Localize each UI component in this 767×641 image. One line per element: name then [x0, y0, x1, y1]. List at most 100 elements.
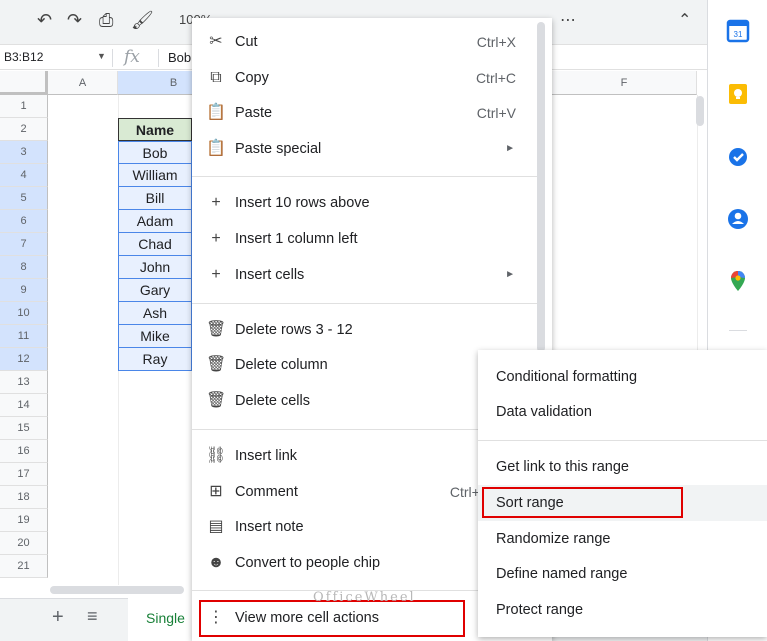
- menu-item-paste-special[interactable]: 📋 Paste special ►: [192, 131, 537, 167]
- table-cell[interactable]: John: [118, 256, 192, 279]
- paste-special-icon: 📋: [206, 140, 226, 157]
- menu-item-label: Delete column: [235, 357, 328, 373]
- plus-icon: +: [211, 266, 221, 283]
- submenu-item-randomize-range[interactable]: Randomize range: [478, 521, 767, 557]
- table-cell[interactable]: Mike: [118, 325, 192, 348]
- add-sheet-icon[interactable]: +: [52, 606, 64, 629]
- maps-icon[interactable]: [726, 269, 750, 293]
- function-icon: fx: [124, 47, 140, 67]
- shortcut-label: Ctrl+X: [476, 34, 516, 50]
- more-options-icon[interactable]: ⋯: [560, 10, 577, 30]
- menu-item-label: Insert link: [235, 448, 298, 464]
- keep-icon[interactable]: [726, 82, 750, 106]
- submenu-item-protect-range[interactable]: Protect range: [478, 592, 767, 628]
- row-header[interactable]: 7: [0, 233, 48, 256]
- table-cell[interactable]: Bill: [118, 187, 192, 210]
- submenu-item-define-named-range[interactable]: Define named range: [478, 556, 767, 592]
- row-header[interactable]: 17: [0, 463, 48, 486]
- table-cell[interactable]: William: [118, 164, 192, 187]
- menu-item-label: Insert cells: [235, 267, 305, 283]
- row-header[interactable]: 15: [0, 417, 48, 440]
- row-header[interactable]: 21: [0, 555, 48, 578]
- menu-item-label: Insert 10 rows above: [235, 195, 370, 211]
- column-header-f[interactable]: F: [552, 71, 697, 95]
- select-all-corner[interactable]: [0, 71, 48, 95]
- menu-item-label: Insert note: [235, 519, 304, 535]
- row-header[interactable]: 16: [0, 440, 48, 463]
- formula-input[interactable]: Bob: [168, 50, 191, 65]
- menu-item-cut[interactable]: ✂ Cut Ctrl+X: [192, 24, 537, 60]
- row-header[interactable]: 1: [0, 95, 48, 118]
- all-sheets-icon[interactable]: ≡: [87, 606, 98, 627]
- menu-item-label: Delete cells: [235, 393, 310, 409]
- table-cell[interactable]: Ash: [118, 302, 192, 325]
- menu-item-label: Comment: [235, 484, 298, 500]
- tasks-icon[interactable]: [726, 145, 750, 169]
- column-header-a[interactable]: A: [48, 71, 118, 95]
- menu-item-label: Paste special: [235, 141, 322, 157]
- vertical-scrollbar[interactable]: [696, 96, 704, 126]
- row-header[interactable]: 6: [0, 210, 48, 233]
- submenu-item-conditional-formatting[interactable]: Conditional formatting: [478, 359, 767, 395]
- copy-icon: ⧉: [210, 69, 222, 86]
- menu-item-insert-cells[interactable]: + Insert cells ►: [192, 257, 537, 293]
- people-chip-icon: ☻: [207, 554, 225, 571]
- menu-item-label: Insert 1 column left: [235, 231, 358, 247]
- menu-item-insert-column[interactable]: + Insert 1 column left: [192, 221, 537, 257]
- menu-item-label: Convert to people chip: [235, 555, 381, 571]
- menu-item-delete-rows[interactable]: 🗑 Delete rows 3 - 12: [192, 312, 537, 348]
- row-header[interactable]: 14: [0, 394, 48, 417]
- plus-icon: +: [211, 230, 221, 247]
- row-header[interactable]: 13: [0, 371, 48, 394]
- collapse-menu-icon[interactable]: ⌃: [678, 10, 691, 30]
- undo-icon[interactable]: ↶: [37, 10, 52, 30]
- menu-item-label: Paste: [235, 105, 273, 121]
- plus-icon: +: [211, 194, 221, 211]
- submenu-item-data-validation[interactable]: Data validation: [478, 394, 767, 430]
- row-header[interactable]: 8: [0, 256, 48, 279]
- row-header[interactable]: 2: [0, 118, 48, 141]
- row-header[interactable]: 5: [0, 187, 48, 210]
- table-cell[interactable]: Gary: [118, 279, 192, 302]
- table-cell[interactable]: Bob: [118, 141, 192, 164]
- row-header[interactable]: 3: [0, 141, 48, 164]
- table-cell[interactable]: Ray: [118, 348, 192, 371]
- trash-icon: 🗑: [206, 321, 227, 338]
- link-icon: ⛓: [206, 447, 227, 464]
- submenu-item-get-link[interactable]: Get link to this range: [478, 449, 767, 485]
- menu-item-paste[interactable]: 📋 Paste Ctrl+V: [192, 95, 537, 131]
- table-cell[interactable]: Adam: [118, 210, 192, 233]
- menu-item-insert-rows[interactable]: + Insert 10 rows above: [192, 185, 537, 221]
- menu-item-copy[interactable]: ⧉ Copy Ctrl+C: [192, 60, 537, 96]
- submenu-arrow-icon: ►: [505, 143, 515, 154]
- comment-icon: ⊞: [209, 483, 223, 500]
- horizontal-scrollbar[interactable]: [50, 586, 184, 594]
- row-header[interactable]: 10: [0, 302, 48, 325]
- name-box-dropdown-icon[interactable]: ▼: [97, 51, 106, 61]
- paint-format-icon[interactable]: 🖌: [131, 10, 154, 30]
- note-icon: ▤: [208, 518, 224, 535]
- row-header[interactable]: 19: [0, 509, 48, 532]
- trash-icon: 🗑: [206, 356, 227, 373]
- row-header[interactable]: 11: [0, 325, 48, 348]
- menu-scrollbar[interactable]: [537, 22, 545, 352]
- row-header[interactable]: 18: [0, 486, 48, 509]
- menu-item-label: Cut: [235, 34, 258, 50]
- table-cell[interactable]: Chad: [118, 233, 192, 256]
- sheet-tab-active[interactable]: Single: [128, 598, 198, 641]
- divider: [192, 176, 537, 177]
- shortcut-label: Ctrl+V: [476, 105, 516, 121]
- row-header[interactable]: 12: [0, 348, 48, 371]
- print-icon[interactable]: ⎙: [99, 10, 113, 30]
- row-header[interactable]: 20: [0, 532, 48, 555]
- svg-text:31: 31: [734, 30, 743, 39]
- redo-icon[interactable]: ↷: [67, 10, 82, 30]
- header-cell-name[interactable]: Name: [118, 118, 192, 141]
- name-box[interactable]: B3:B12: [4, 50, 43, 64]
- highlight-box-view-more: [199, 600, 465, 637]
- contacts-icon[interactable]: [726, 207, 750, 231]
- row-header[interactable]: 4: [0, 164, 48, 187]
- row-header[interactable]: 9: [0, 279, 48, 302]
- calendar-icon[interactable]: 31: [726, 19, 750, 43]
- trash-icon: 🗑: [206, 392, 227, 409]
